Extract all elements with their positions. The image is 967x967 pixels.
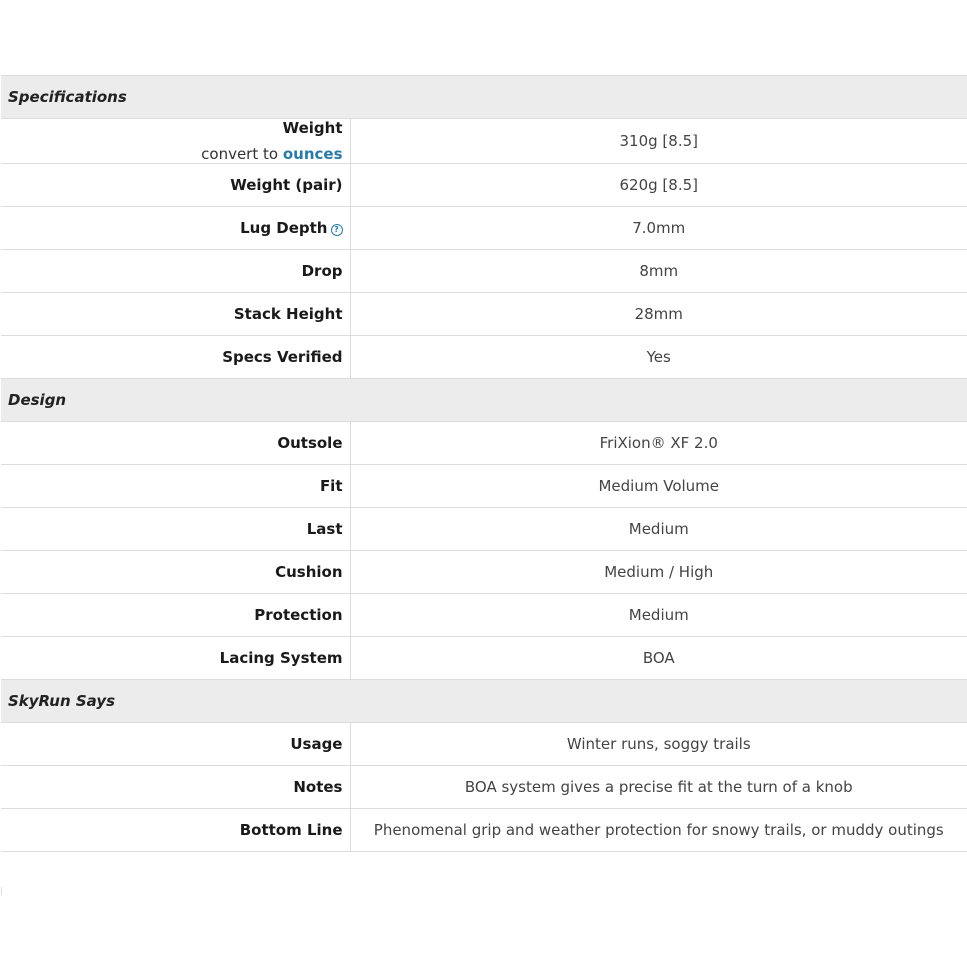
spec-table: Specifications Weight convert to ounces … — [1, 75, 967, 852]
row-label: Lacing System — [1, 636, 351, 680]
row-value: 8mm — [350, 249, 967, 293]
row-label: Outsole — [1, 421, 351, 465]
convert-prefix: convert to — [201, 145, 279, 163]
table-row-outsole: Outsole FriXion® XF 2.0 — [1, 421, 967, 465]
table-row-specs-verified: Specs Verified Yes — [1, 335, 967, 379]
table-row-weight: Weight convert to ounces 310g [8.5] — [1, 118, 967, 164]
row-value: 620g [8.5] — [350, 163, 967, 207]
row-label: Usage — [1, 722, 351, 766]
row-value: FriXion® XF 2.0 — [350, 421, 967, 465]
table-row-fit: Fit Medium Volume — [1, 464, 967, 508]
row-label: Weight (pair) — [1, 163, 351, 207]
table-row-cushion: Cushion Medium / High — [1, 550, 967, 594]
row-label: Last — [1, 507, 351, 551]
row-label: Notes — [1, 765, 351, 809]
section-title: SkyRun Says — [1, 679, 967, 723]
table-row-lug-depth: Lug Depth? 7.0mm — [1, 206, 967, 250]
row-value: 7.0mm — [350, 206, 967, 250]
row-label: Weight convert to ounces — [1, 118, 351, 164]
lug-depth-label: Lug Depth — [240, 219, 328, 237]
section-title: Design — [1, 378, 967, 422]
row-label: Fit — [1, 464, 351, 508]
row-label: Specs Verified — [1, 335, 351, 379]
spec-table-container: Specifications Weight convert to ounces … — [1, 75, 967, 852]
weight-value: 310g [8.5] — [350, 118, 967, 164]
table-row-bottom-line: Bottom Line Phenomenal grip and weather … — [1, 808, 967, 852]
table-row-weight-pair: Weight (pair) 620g [8.5] — [1, 163, 967, 207]
section-header-design: Design — [1, 378, 967, 422]
row-value: Winter runs, soggy trails — [350, 722, 967, 766]
section-header-skyrun-says: SkyRun Says — [1, 679, 967, 723]
ounces-link[interactable]: ounces — [283, 145, 343, 163]
row-value: 28mm — [350, 292, 967, 336]
table-row-usage: Usage Winter runs, soggy trails — [1, 722, 967, 766]
row-label: Lug Depth? — [1, 206, 351, 250]
row-label: Bottom Line — [1, 808, 351, 852]
row-value: Medium — [350, 593, 967, 637]
row-value: Yes — [350, 335, 967, 379]
row-label: Protection — [1, 593, 351, 637]
question-circle-icon[interactable]: ? — [330, 224, 343, 236]
row-value: BOA system gives a precise fit at the tu… — [350, 765, 967, 809]
weight-label: Weight — [282, 119, 343, 137]
row-label: Drop — [1, 249, 351, 293]
table-row-last: Last Medium — [1, 507, 967, 551]
table-bottom-edge — [1, 887, 967, 895]
section-title: Specifications — [1, 75, 967, 119]
section-header-specifications: Specifications — [1, 75, 967, 119]
row-value: Medium — [350, 507, 967, 551]
table-row-protection: Protection Medium — [1, 593, 967, 637]
row-value: Phenomenal grip and weather protection f… — [350, 808, 967, 852]
table-row-lacing-system: Lacing System BOA — [1, 636, 967, 680]
convert-units: convert to ounces — [8, 145, 343, 163]
row-value: Medium Volume — [350, 464, 967, 508]
row-label: Stack Height — [1, 292, 351, 336]
table-row-drop: Drop 8mm — [1, 249, 967, 293]
row-label: Cushion — [1, 550, 351, 594]
row-value: BOA — [350, 636, 967, 680]
row-value: Medium / High — [350, 550, 967, 594]
table-row-notes: Notes BOA system gives a precise fit at … — [1, 765, 967, 809]
table-row-stack-height: Stack Height 28mm — [1, 292, 967, 336]
